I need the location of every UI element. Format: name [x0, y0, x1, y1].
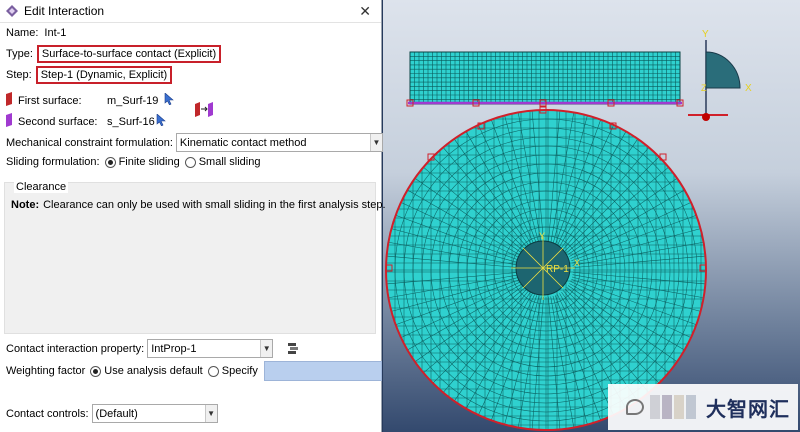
edit-interaction-dialog: Edit Interaction ✕ Name: Int-1 Type: Sur… — [0, 0, 386, 432]
step-label: Step: — [6, 69, 32, 81]
property-label: Contact interaction property: — [6, 342, 145, 355]
pick-second-surface-icon[interactable] — [156, 113, 166, 129]
swap-surfaces-icon[interactable] — [193, 102, 215, 121]
triad-x-label: X — [745, 83, 752, 94]
clearance-note-label: Note: — [11, 199, 40, 211]
clearance-group: Clearance Note: Clearance can only be use… — [4, 181, 386, 334]
edit-interaction-icon — [6, 5, 18, 17]
sliding-row: Sliding formulation: Finite sliding Smal… — [6, 156, 260, 168]
axis-triad: Y X Z — [688, 29, 752, 121]
chevron-down-icon: ▼ — [204, 405, 217, 422]
title-bar[interactable]: Edit Interaction ✕ — [0, 0, 381, 23]
rp-axis-y: Y — [539, 231, 545, 241]
step-row: Step: Step-1 (Dynamic, Explicit) — [6, 66, 173, 84]
mech-row: Mechanical constraint formulation: Kinem… — [6, 133, 383, 152]
pick-first-surface-icon[interactable] — [164, 92, 174, 108]
rp-axis-x: X — [574, 258, 580, 268]
clearance-note: Note: Clearance can only be used with sma… — [11, 199, 386, 211]
watermark: 大智网汇 — [608, 384, 798, 430]
plate-mesh — [406, 51, 684, 107]
model-canvas[interactable]: Y X RP-1 Y X Z — [383, 0, 800, 432]
viewport[interactable]: Y X RP-1 Y X Z 大智网汇 — [383, 0, 800, 432]
weighting-label: Weighting factor — [6, 365, 86, 377]
triad-y-label: Y — [702, 29, 709, 40]
close-button[interactable]: ✕ — [355, 3, 375, 20]
second-surface-value: s_Surf-16 — [107, 115, 155, 128]
watermark-text: 大智网汇 — [706, 396, 790, 421]
analysis-default-radio[interactable] — [90, 365, 102, 377]
type-row: Type: Surface-to-surface contact (Explic… — [6, 45, 222, 63]
controls-label: Contact controls: — [6, 407, 89, 420]
clearance-note-text: Clearance can only be used with small sl… — [43, 199, 386, 211]
clearance-title: Clearance — [14, 181, 69, 193]
contact-controls-select[interactable]: (Default) ▼ — [91, 404, 218, 423]
property-value: IntProp-1 — [151, 342, 197, 355]
type-label: Type: — [6, 48, 33, 60]
chevron-down-icon: ▼ — [260, 340, 273, 357]
mech-formulation-select[interactable]: Kinematic contact method ▼ — [175, 133, 383, 152]
specify-radio[interactable] — [207, 365, 219, 377]
name-row: Name: Int-1 — [6, 27, 66, 39]
second-surface-row: Second surface: s_Surf-16 — [6, 113, 186, 130]
name-label: Name: — [6, 27, 39, 39]
disk-mesh: Y X RP-1 — [385, 106, 707, 431]
triad-z-label: Z — [701, 83, 707, 93]
small-sliding-label[interactable]: Small sliding — [199, 156, 261, 168]
dialog-title: Edit Interaction — [24, 4, 105, 18]
first-surface-icon — [6, 92, 12, 109]
name-value: Int-1 — [44, 27, 67, 39]
wechat-icon — [626, 399, 644, 415]
reference-point-label: RP-1 — [546, 264, 569, 275]
mech-formulation-value: Kinematic contact method — [179, 136, 307, 149]
first-surface-label: First surface: — [18, 94, 82, 107]
mosaic-blur — [650, 395, 696, 419]
controls-row: Contact controls: (Default) ▼ — [6, 404, 218, 423]
second-surface-icon — [6, 113, 12, 130]
weighting-row: Weighting factor Use analysis default Sp… — [6, 361, 382, 381]
property-select[interactable]: IntProp-1 ▼ — [147, 339, 274, 358]
weighting-factor-input[interactable] — [263, 361, 382, 381]
mech-label: Mechanical constraint formulation: — [6, 136, 173, 149]
chevron-down-icon: ▼ — [369, 134, 382, 151]
sliding-label: Sliding formulation: — [6, 156, 100, 168]
specify-label[interactable]: Specify — [222, 365, 258, 377]
small-sliding-radio[interactable] — [184, 156, 196, 168]
type-value: Surface-to-surface contact (Explicit) — [36, 45, 222, 63]
first-surface-row: First surface: m_Surf-19 — [6, 92, 186, 109]
step-value: Step-1 (Dynamic, Explicit) — [35, 66, 173, 84]
first-surface-value: m_Surf-19 — [107, 94, 159, 107]
finite-sliding-radio[interactable] — [104, 156, 116, 168]
analysis-default-label[interactable]: Use analysis default — [104, 365, 202, 377]
property-row: Contact interaction property: IntProp-1 … — [6, 339, 300, 358]
second-surface-label: Second surface: — [18, 115, 98, 128]
contact-controls-value: (Default) — [95, 407, 138, 420]
property-manager-icon[interactable] — [287, 342, 300, 355]
finite-sliding-label[interactable]: Finite sliding — [119, 156, 180, 168]
